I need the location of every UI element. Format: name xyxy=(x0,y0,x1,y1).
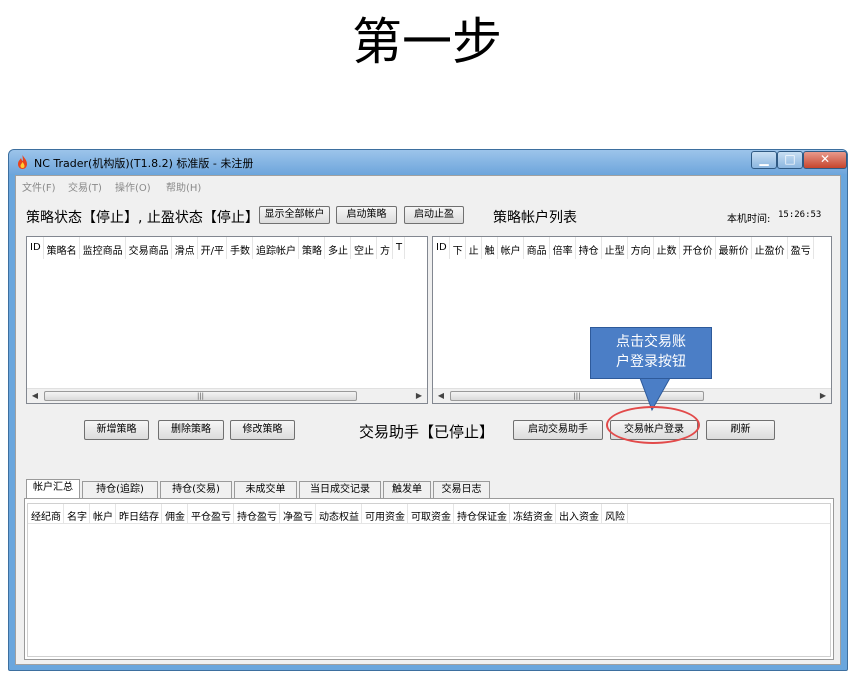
menu-bar: 文件(F) 交易(T) 操作(O) 帮助(H) xyxy=(16,176,840,194)
table-header: ID 策略名 监控商品 交易商品 滑点 开/平 手数 追踪帐户 策略 多止 空止… xyxy=(27,237,427,259)
column-header[interactable]: 持仓盈亏 xyxy=(234,504,280,524)
column-header[interactable]: 策略 xyxy=(299,237,326,259)
column-header[interactable]: 止型 xyxy=(602,237,628,259)
callout-line: 户登录按钮 xyxy=(616,354,686,370)
highlight-ring xyxy=(606,406,700,444)
column-header[interactable]: 商品 xyxy=(524,237,550,259)
column-header[interactable]: 空止 xyxy=(351,237,378,259)
scroll-left-icon[interactable]: ◀ xyxy=(28,390,42,402)
delete-strategy-button[interactable]: 删除策略 xyxy=(158,420,224,440)
column-header[interactable]: 手数 xyxy=(227,237,254,259)
scroll-thumb[interactable]: ||| xyxy=(450,391,704,401)
tab-trigger-orders[interactable]: 触发单 xyxy=(383,481,431,499)
minimize-button[interactable]: ▁ xyxy=(751,151,777,169)
maximize-button[interactable]: □ xyxy=(777,151,803,169)
column-header[interactable]: 风险 xyxy=(602,504,628,524)
column-header[interactable]: T xyxy=(393,237,406,259)
column-header[interactable]: 多止 xyxy=(325,237,352,259)
column-header[interactable]: 经纪商 xyxy=(28,504,64,524)
start-take-profit-button[interactable]: 启动止盈 xyxy=(404,206,464,224)
column-header[interactable]: 净盈亏 xyxy=(280,504,316,524)
menu-trade[interactable]: 交易(T) xyxy=(68,179,102,194)
column-header[interactable]: 最新价 xyxy=(716,237,752,259)
flame-icon xyxy=(18,155,27,169)
scroll-thumb[interactable]: ||| xyxy=(44,391,357,401)
tab-positions-tracking[interactable]: 持仓(追踪) xyxy=(82,481,158,499)
edit-strategy-button[interactable]: 修改策略 xyxy=(230,420,295,440)
title-bar[interactable]: NC Trader(机构版)(T1.8.2) 标准版 - 未注册 ▁ □ ✕ xyxy=(9,150,847,174)
tab-todays-trades[interactable]: 当日成交记录 xyxy=(299,481,381,499)
strategy-status-label: 策略状态【停止】, 止盈状态【停止】 xyxy=(26,210,259,226)
column-header[interactable]: 下 xyxy=(450,237,466,259)
column-header[interactable]: 出入资金 xyxy=(556,504,602,524)
column-header[interactable]: 止数 xyxy=(654,237,680,259)
column-header[interactable]: 方 xyxy=(377,237,394,259)
column-header[interactable]: 交易商品 xyxy=(126,237,172,259)
column-header[interactable]: 止盈价 xyxy=(752,237,788,259)
column-header[interactable]: 昨日结存 xyxy=(116,504,162,524)
column-header[interactable]: 开仓价 xyxy=(680,237,716,259)
column-header[interactable]: 持仓 xyxy=(576,237,602,259)
start-strategy-button[interactable]: 启动策略 xyxy=(336,206,397,224)
column-header[interactable]: 倍率 xyxy=(550,237,576,259)
horizontal-scrollbar[interactable]: ◀ ||| ▶ xyxy=(27,388,427,403)
scroll-right-icon[interactable]: ▶ xyxy=(412,390,426,402)
column-header[interactable]: 触 xyxy=(482,237,498,259)
column-header[interactable]: 持仓保证金 xyxy=(454,504,510,524)
callout-line: 点击交易账 xyxy=(616,334,686,350)
column-header[interactable]: 平仓盈亏 xyxy=(188,504,234,524)
slide-title: 第一步 xyxy=(352,13,502,71)
column-header[interactable]: 佣金 xyxy=(162,504,188,524)
account-summary-table[interactable]: 经纪商 名字 帐户 昨日结存 佣金 平仓盈亏 持仓盈亏 净盈亏 动态权益 可用资… xyxy=(27,503,831,657)
column-header[interactable]: 帐户 xyxy=(498,237,524,259)
tab-account-summary[interactable]: 帐户汇总 xyxy=(26,479,80,500)
column-header[interactable]: 开/平 xyxy=(198,237,228,259)
column-header[interactable]: 帐户 xyxy=(90,504,116,524)
account-list-title: 策略帐户列表 xyxy=(493,210,577,226)
column-header[interactable]: 止 xyxy=(466,237,482,259)
tab-panel: 经纪商 名字 帐户 昨日结存 佣金 平仓盈亏 持仓盈亏 净盈亏 动态权益 可用资… xyxy=(24,498,834,660)
column-header[interactable]: 冻结资金 xyxy=(510,504,556,524)
window-title: NC Trader(机构版)(T1.8.2) 标准版 - 未注册 xyxy=(34,157,254,170)
start-assistant-button[interactable]: 启动交易助手 xyxy=(513,420,603,440)
scroll-left-icon[interactable]: ◀ xyxy=(434,390,448,402)
add-strategy-button[interactable]: 新增策略 xyxy=(84,420,149,440)
column-header[interactable]: 盈亏 xyxy=(788,237,814,259)
app-window: NC Trader(机构版)(T1.8.2) 标准版 - 未注册 ▁ □ ✕ 文… xyxy=(8,149,848,671)
scroll-right-icon[interactable]: ▶ xyxy=(816,390,830,402)
column-header[interactable]: 名字 xyxy=(64,504,90,524)
client-area: 文件(F) 交易(T) 操作(O) 帮助(H) 策略状态【停止】, 止盈状态【停… xyxy=(15,175,841,665)
column-header[interactable]: 滑点 xyxy=(172,237,198,259)
show-all-accounts-button[interactable]: 显示全部帐户 xyxy=(259,206,330,224)
column-header[interactable]: 策略名 xyxy=(44,237,80,259)
local-time-label: 本机时间: xyxy=(727,214,771,225)
horizontal-scrollbar[interactable]: ◀ ||| ▶ xyxy=(433,388,831,403)
callout-box: 点击交易账 户登录按钮 xyxy=(590,327,712,379)
table-header: 经纪商 名字 帐户 昨日结存 佣金 平仓盈亏 持仓盈亏 净盈亏 动态权益 可用资… xyxy=(28,504,830,524)
menu-operation[interactable]: 操作(O) xyxy=(115,179,151,194)
strategy-table[interactable]: ID 策略名 监控商品 交易商品 滑点 开/平 手数 追踪帐户 策略 多止 空止… xyxy=(26,236,428,404)
tab-positions-trading[interactable]: 持仓(交易) xyxy=(160,481,232,499)
menu-file[interactable]: 文件(F) xyxy=(22,179,56,194)
tab-trade-log[interactable]: 交易日志 xyxy=(433,481,490,499)
close-button[interactable]: ✕ xyxy=(803,151,847,169)
menu-help[interactable]: 帮助(H) xyxy=(166,179,201,194)
table-header: ID 下 止 触 帐户 商品 倍率 持仓 止型 方向 止数 开仓价 最新价 止盈… xyxy=(433,237,831,259)
refresh-button[interactable]: 刷新 xyxy=(706,420,775,440)
column-header[interactable]: 追踪帐户 xyxy=(253,237,300,259)
column-header[interactable]: 可用资金 xyxy=(362,504,408,524)
local-time-value: 15:26:53 xyxy=(778,210,822,220)
column-header[interactable]: ID xyxy=(27,237,44,259)
column-header[interactable]: 方向 xyxy=(628,237,654,259)
column-header[interactable]: 动态权益 xyxy=(316,504,362,524)
column-header[interactable]: 可取资金 xyxy=(408,504,454,524)
column-header[interactable]: ID xyxy=(433,237,450,259)
tab-open-orders[interactable]: 未成交单 xyxy=(234,481,297,499)
status-row: 策略状态【停止】, 止盈状态【停止】 显示全部帐户 启动策略 启动止盈 策略帐户… xyxy=(16,206,840,228)
assistant-status-label: 交易助手【已停止】 xyxy=(359,423,495,441)
column-header[interactable]: 监控商品 xyxy=(80,237,126,259)
